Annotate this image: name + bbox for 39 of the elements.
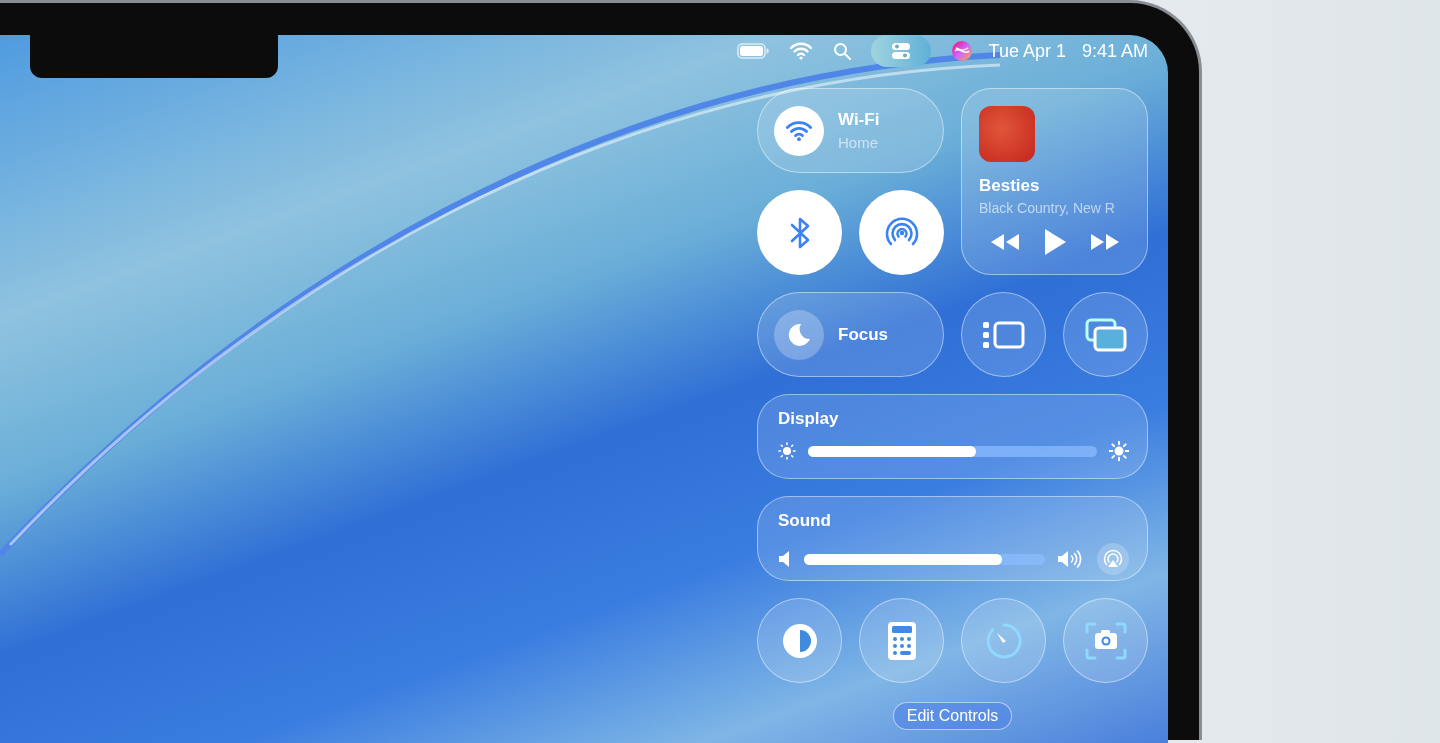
- play-button[interactable]: [1043, 228, 1067, 256]
- sound-label: Sound: [778, 511, 832, 531]
- brightness-high-icon: [1109, 441, 1129, 461]
- edit-controls-button[interactable]: Edit Controls: [892, 702, 1013, 730]
- menu-bar-date[interactable]: Tue Apr 1: [988, 40, 1066, 62]
- fast-forward-button[interactable]: [1089, 233, 1120, 251]
- bluetooth-icon: [788, 215, 811, 250]
- airplay-icon: [1102, 548, 1124, 570]
- calculator-icon: [886, 620, 917, 661]
- airplay-button[interactable]: [1097, 543, 1129, 575]
- moon-icon: [786, 321, 812, 348]
- screenshot-icon: [1084, 621, 1127, 660]
- search-icon[interactable]: [832, 42, 851, 60]
- toggles-icon: [890, 42, 911, 60]
- overlapping-windows-icon: [1083, 317, 1128, 352]
- control-center-button[interactable]: [870, 35, 931, 67]
- wifi-network-name: Home: [838, 134, 879, 151]
- volume-slider[interactable]: [804, 553, 1045, 565]
- stage-manager-icon: [981, 319, 1026, 350]
- song-artist: Black Country, New R: [979, 200, 1116, 216]
- volume-low-icon: [778, 550, 792, 568]
- focus-toggle[interactable]: [774, 309, 824, 360]
- brightness-slider[interactable]: [808, 445, 1097, 457]
- volume-high-icon: [1057, 549, 1083, 569]
- focus-label: Focus: [838, 324, 889, 345]
- rewind-button[interactable]: [990, 233, 1021, 251]
- wifi-icon[interactable]: [788, 42, 813, 60]
- display-label: Display: [778, 409, 840, 429]
- brightness-low-icon: [778, 442, 796, 460]
- focus-tile[interactable]: Focus: [757, 292, 944, 377]
- wifi-icon: [785, 119, 813, 142]
- battery-icon[interactable]: [736, 43, 769, 59]
- menu-bar-time[interactable]: 9:41 AM: [1081, 40, 1148, 62]
- album-art-placeholder: [979, 106, 1035, 162]
- song-title: Besties: [979, 176, 1041, 196]
- wifi-label: Wi-Fi: [838, 110, 880, 130]
- wifi-tile[interactable]: Wi-Fi Home: [757, 88, 944, 173]
- wifi-toggle[interactable]: [774, 105, 824, 156]
- siri-icon[interactable]: [950, 40, 973, 62]
